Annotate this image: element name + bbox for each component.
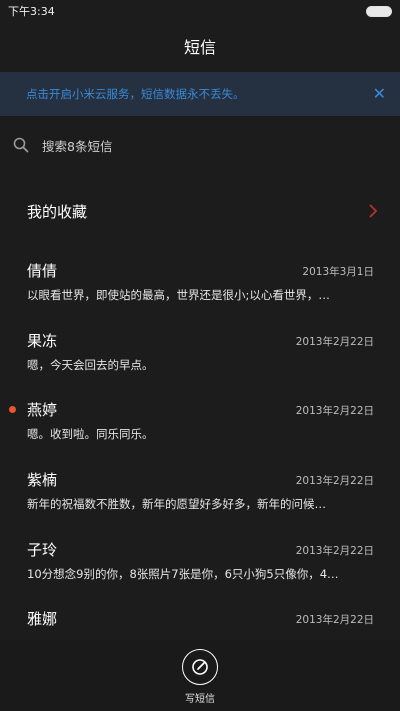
search-icon (13, 137, 29, 153)
message-sender: 倩倩 (27, 262, 58, 280)
message-item[interactable]: 果冻 2013年2月22日 嗯，今天会回去的早点。 (0, 330, 400, 386)
page-title: 短信 (183, 38, 216, 57)
message-date: 2013年2月22日 (295, 405, 374, 417)
message-preview: 新年的祝福数不胜数，新年的愿望好多好多，新年的问候… (27, 497, 326, 511)
message-date: 2013年2月22日 (295, 475, 374, 487)
close-icon[interactable]: ✕ (373, 86, 386, 102)
chevron-right-icon (369, 204, 378, 218)
bottom-bar: 写短信 (0, 640, 400, 711)
battery-icon (366, 5, 392, 17)
message-sender: 果冻 (27, 332, 58, 350)
message-item[interactable]: 子玲 2013年2月22日 10分想念9别的你，8张照片7张是你，6只小狗5只像… (0, 539, 400, 595)
banner-text[interactable]: 点击开启小米云服务，短信数据永不丢失。 (26, 86, 245, 102)
message-item[interactable]: 倩倩 2013年3月1日 以眼看世界，即使站的最高，世界还是很小;以心看世界，… (0, 260, 400, 316)
message-preview: 以眼看世界，即使站的最高，世界还是很小;以心看世界，… (27, 288, 330, 302)
message-preview: 嗯，今天会回去的早点。 (27, 358, 154, 372)
search-bar[interactable]: 搜索8条短信 (0, 128, 400, 162)
search-label: 搜索8条短信 (42, 138, 113, 154)
favorites-label: 我的收藏 (27, 202, 88, 221)
message-date: 2013年3月1日 (302, 266, 374, 278)
message-sender: 紫楠 (27, 471, 58, 489)
message-sender: 燕婷 (27, 401, 58, 419)
message-preview: 嗯。收到啦。同乐同乐。 (27, 427, 154, 441)
compose-label[interactable]: 写短信 (0, 690, 400, 705)
favorites-item[interactable]: 我的收藏 (0, 190, 400, 232)
compose-button[interactable] (182, 649, 218, 685)
status-bar: 下午3:34 (0, 0, 400, 22)
message-sender: 子玲 (27, 541, 58, 559)
unread-indicator (9, 406, 16, 413)
message-preview: 10分想念9别的你，8张照片7张是你，6只小狗5只像你，4… (27, 567, 339, 581)
message-item[interactable]: 燕婷 2013年2月22日 嗯。收到啦。同乐同乐。 (0, 399, 400, 455)
message-sender: 雅娜 (27, 610, 58, 628)
cloud-service-banner[interactable]: 点击开启小米云服务，短信数据永不丢失。 ✕ (0, 72, 400, 116)
message-date: 2013年2月22日 (295, 336, 374, 348)
status-time: 下午3:34 (8, 5, 55, 18)
message-item[interactable]: 紫楠 2013年2月22日 新年的祝福数不胜数，新年的愿望好多好多，新年的问候… (0, 469, 400, 525)
compose-icon (192, 659, 208, 675)
message-date: 2013年2月22日 (295, 545, 374, 557)
message-date: 2013年2月22日 (295, 614, 374, 626)
